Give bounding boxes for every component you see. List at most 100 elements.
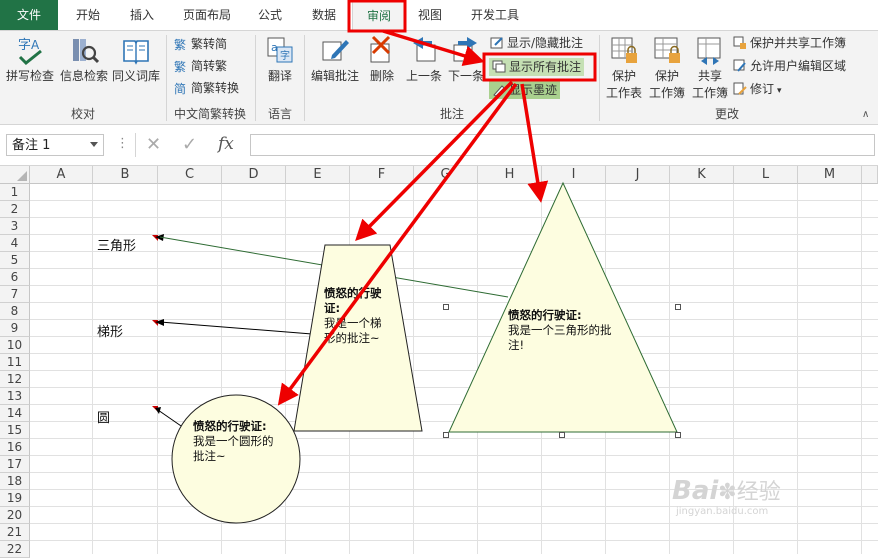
worksheet-grid[interactable]: A B C D E F G H I J K L M 1 2 3 4 5 6 7 …: [0, 166, 878, 558]
delete-comment-button[interactable]: 删除: [364, 35, 400, 84]
protect-sheet-label-2: 工作表: [605, 86, 642, 100]
group-label-comments: 批注: [439, 107, 464, 121]
show-ink-button[interactable]: 显示墨迹: [489, 81, 561, 99]
tab-page-layout[interactable]: 页面布局: [172, 0, 242, 30]
share-label-1: 共享: [697, 69, 722, 83]
insert-function-icon[interactable]: fx: [218, 134, 234, 154]
tab-data[interactable]: 数据: [298, 0, 350, 30]
delete-label: 删除: [369, 69, 394, 83]
tab-review[interactable]: 审阅: [352, 0, 406, 31]
translate-button[interactable]: a 字 翻译: [260, 35, 300, 84]
selection-handle[interactable]: [675, 304, 681, 310]
enter-icon[interactable]: ✓: [182, 134, 197, 155]
formula-bar-divider: ⋮: [116, 136, 129, 151]
research-button[interactable]: 信息检索: [58, 35, 110, 84]
watermark-jingyan: 经验: [736, 480, 781, 505]
spelling-button[interactable]: 字 A 拼写检查: [4, 35, 56, 84]
svg-text:繁: 繁: [174, 37, 186, 51]
next-comment-button[interactable]: 下一条: [446, 35, 486, 84]
traditional-to-simplified-button[interactable]: 繁繁转简: [174, 35, 227, 53]
paw-icon: ✽: [718, 480, 737, 505]
tab-view[interactable]: 视图: [406, 0, 454, 30]
conversion-label: 简繁转换: [191, 81, 240, 95]
ribbon-separator: [255, 35, 256, 121]
group-label-changes: 更改: [714, 107, 739, 121]
tab-home[interactable]: 开始: [62, 0, 114, 30]
protect-share-label: 保护并共享工作簿: [750, 36, 847, 50]
thesaurus-label: 同义词库: [111, 69, 160, 83]
formula-bar-separator: [135, 133, 136, 157]
translate-label: 翻译: [267, 69, 292, 83]
show-all-comments-icon: [492, 60, 506, 73]
selection-handle[interactable]: [443, 432, 449, 438]
triangle-comment-text[interactable]: 愤怒的行驶证: 我是一个三角形的批 注!: [508, 308, 638, 353]
share-workbook-button[interactable]: 共享 工作簿: [689, 35, 731, 101]
ink-icon: [493, 85, 505, 97]
group-label-language: 语言: [267, 107, 292, 121]
show-hide-comment-button[interactable]: 显示/隐藏批注: [490, 34, 583, 52]
edit-comment-icon: [322, 40, 349, 61]
chinese-conversion-button[interactable]: 简简繁转换: [174, 79, 239, 97]
selection-handle[interactable]: [443, 304, 449, 310]
connector-line-trapezoid: [159, 321, 313, 335]
circle-comment-text[interactable]: 愤怒的行驶证: 我是一个圆形的 批注~: [193, 419, 289, 464]
tab-developer[interactable]: 开发工具: [458, 0, 532, 30]
thesaurus-icon: [123, 40, 149, 65]
svg-text:字: 字: [18, 38, 31, 53]
tab-formulas[interactable]: 公式: [244, 0, 296, 30]
ribbon-separator: [166, 35, 167, 121]
previous-comment-button[interactable]: 上一条: [402, 35, 446, 84]
track-changes-button[interactable]: 修订 ▾: [733, 80, 782, 100]
connector-line-circle: [157, 409, 185, 429]
comment-body: 我是一个三角形的批: [508, 323, 612, 337]
thesaurus-button[interactable]: 同义词库: [110, 35, 162, 84]
comment-author: 愤怒的行驶证:: [508, 308, 582, 322]
comment-body: 注!: [508, 338, 525, 352]
edit-comment-button[interactable]: 编辑批注: [308, 35, 362, 84]
track-changes-icon: [733, 82, 747, 95]
track-changes-label: 修订: [750, 82, 775, 96]
svg-text:简: 简: [174, 82, 186, 95]
svg-text:繁: 繁: [174, 59, 186, 73]
next-label: 下一条: [447, 69, 484, 83]
previous-arrow-icon: [413, 37, 436, 62]
name-box-dropdown-icon[interactable]: [90, 142, 98, 147]
formula-input[interactable]: [250, 134, 875, 156]
to-traditional-label: 简转繁: [191, 59, 228, 73]
simplified-to-traditional-button[interactable]: 繁简转繁: [174, 57, 227, 75]
protect-and-share-button[interactable]: 保护并共享工作簿: [733, 34, 846, 52]
show-hide-label: 显示/隐藏批注: [507, 36, 584, 50]
convert-icon: 繁: [174, 37, 186, 52]
chevron-down-icon: ▾: [777, 86, 782, 96]
show-ink-label: 显示墨迹: [509, 83, 558, 97]
selection-handle[interactable]: [559, 432, 565, 438]
tab-file[interactable]: 文件: [0, 0, 58, 30]
allow-edit-label: 允许用户编辑区域: [750, 59, 847, 73]
protect-workbook-label-2: 工作簿: [648, 86, 685, 100]
convert-icon: 简: [174, 82, 186, 96]
tab-insert[interactable]: 插入: [116, 0, 168, 30]
svg-text:A: A: [31, 38, 40, 52]
ribbon-separator: [304, 35, 305, 121]
to-simplified-label: 繁转简: [191, 37, 228, 51]
collapse-ribbon-icon[interactable]: ∧: [862, 109, 869, 120]
selection-handle[interactable]: [675, 432, 681, 438]
protect-sheet-label-1: 保护: [611, 69, 636, 83]
comment-author: 愤怒的行驶证:: [193, 419, 267, 433]
cancel-icon[interactable]: ✕: [146, 134, 161, 155]
show-all-comments-button[interactable]: 显示所有批注: [489, 58, 585, 76]
convert-icon: 繁: [174, 59, 186, 74]
share-workbook-icon: [697, 37, 721, 65]
protect-sheet-button[interactable]: 保护 工作表: [603, 35, 645, 101]
comment-body: 形的批注~: [324, 331, 380, 345]
ribbon-review: 字 A 拼写检查 信息检索 同义词库 校对 繁繁转简 繁简转繁 简简繁转换 中文…: [0, 31, 878, 125]
protect-workbook-button[interactable]: 保护 工作簿: [646, 35, 688, 101]
trapezoid-comment-text[interactable]: 愤怒的行驶证: 我是一个梯 形的批注~: [324, 286, 396, 346]
allow-edit-ranges-button[interactable]: 允许用户编辑区域: [733, 57, 846, 75]
protect-share-icon: [733, 36, 746, 49]
comment-author: 愤怒的行驶证:: [324, 286, 382, 315]
group-label-proofing: 校对: [70, 107, 95, 121]
ribbon-tab-bar: 文件 开始 插入 页面布局 公式 数据 审阅 视图 开发工具: [0, 0, 878, 31]
research-icon: [73, 39, 99, 64]
watermark: Bai✽经验 jingyan.baidu.com: [672, 474, 781, 517]
